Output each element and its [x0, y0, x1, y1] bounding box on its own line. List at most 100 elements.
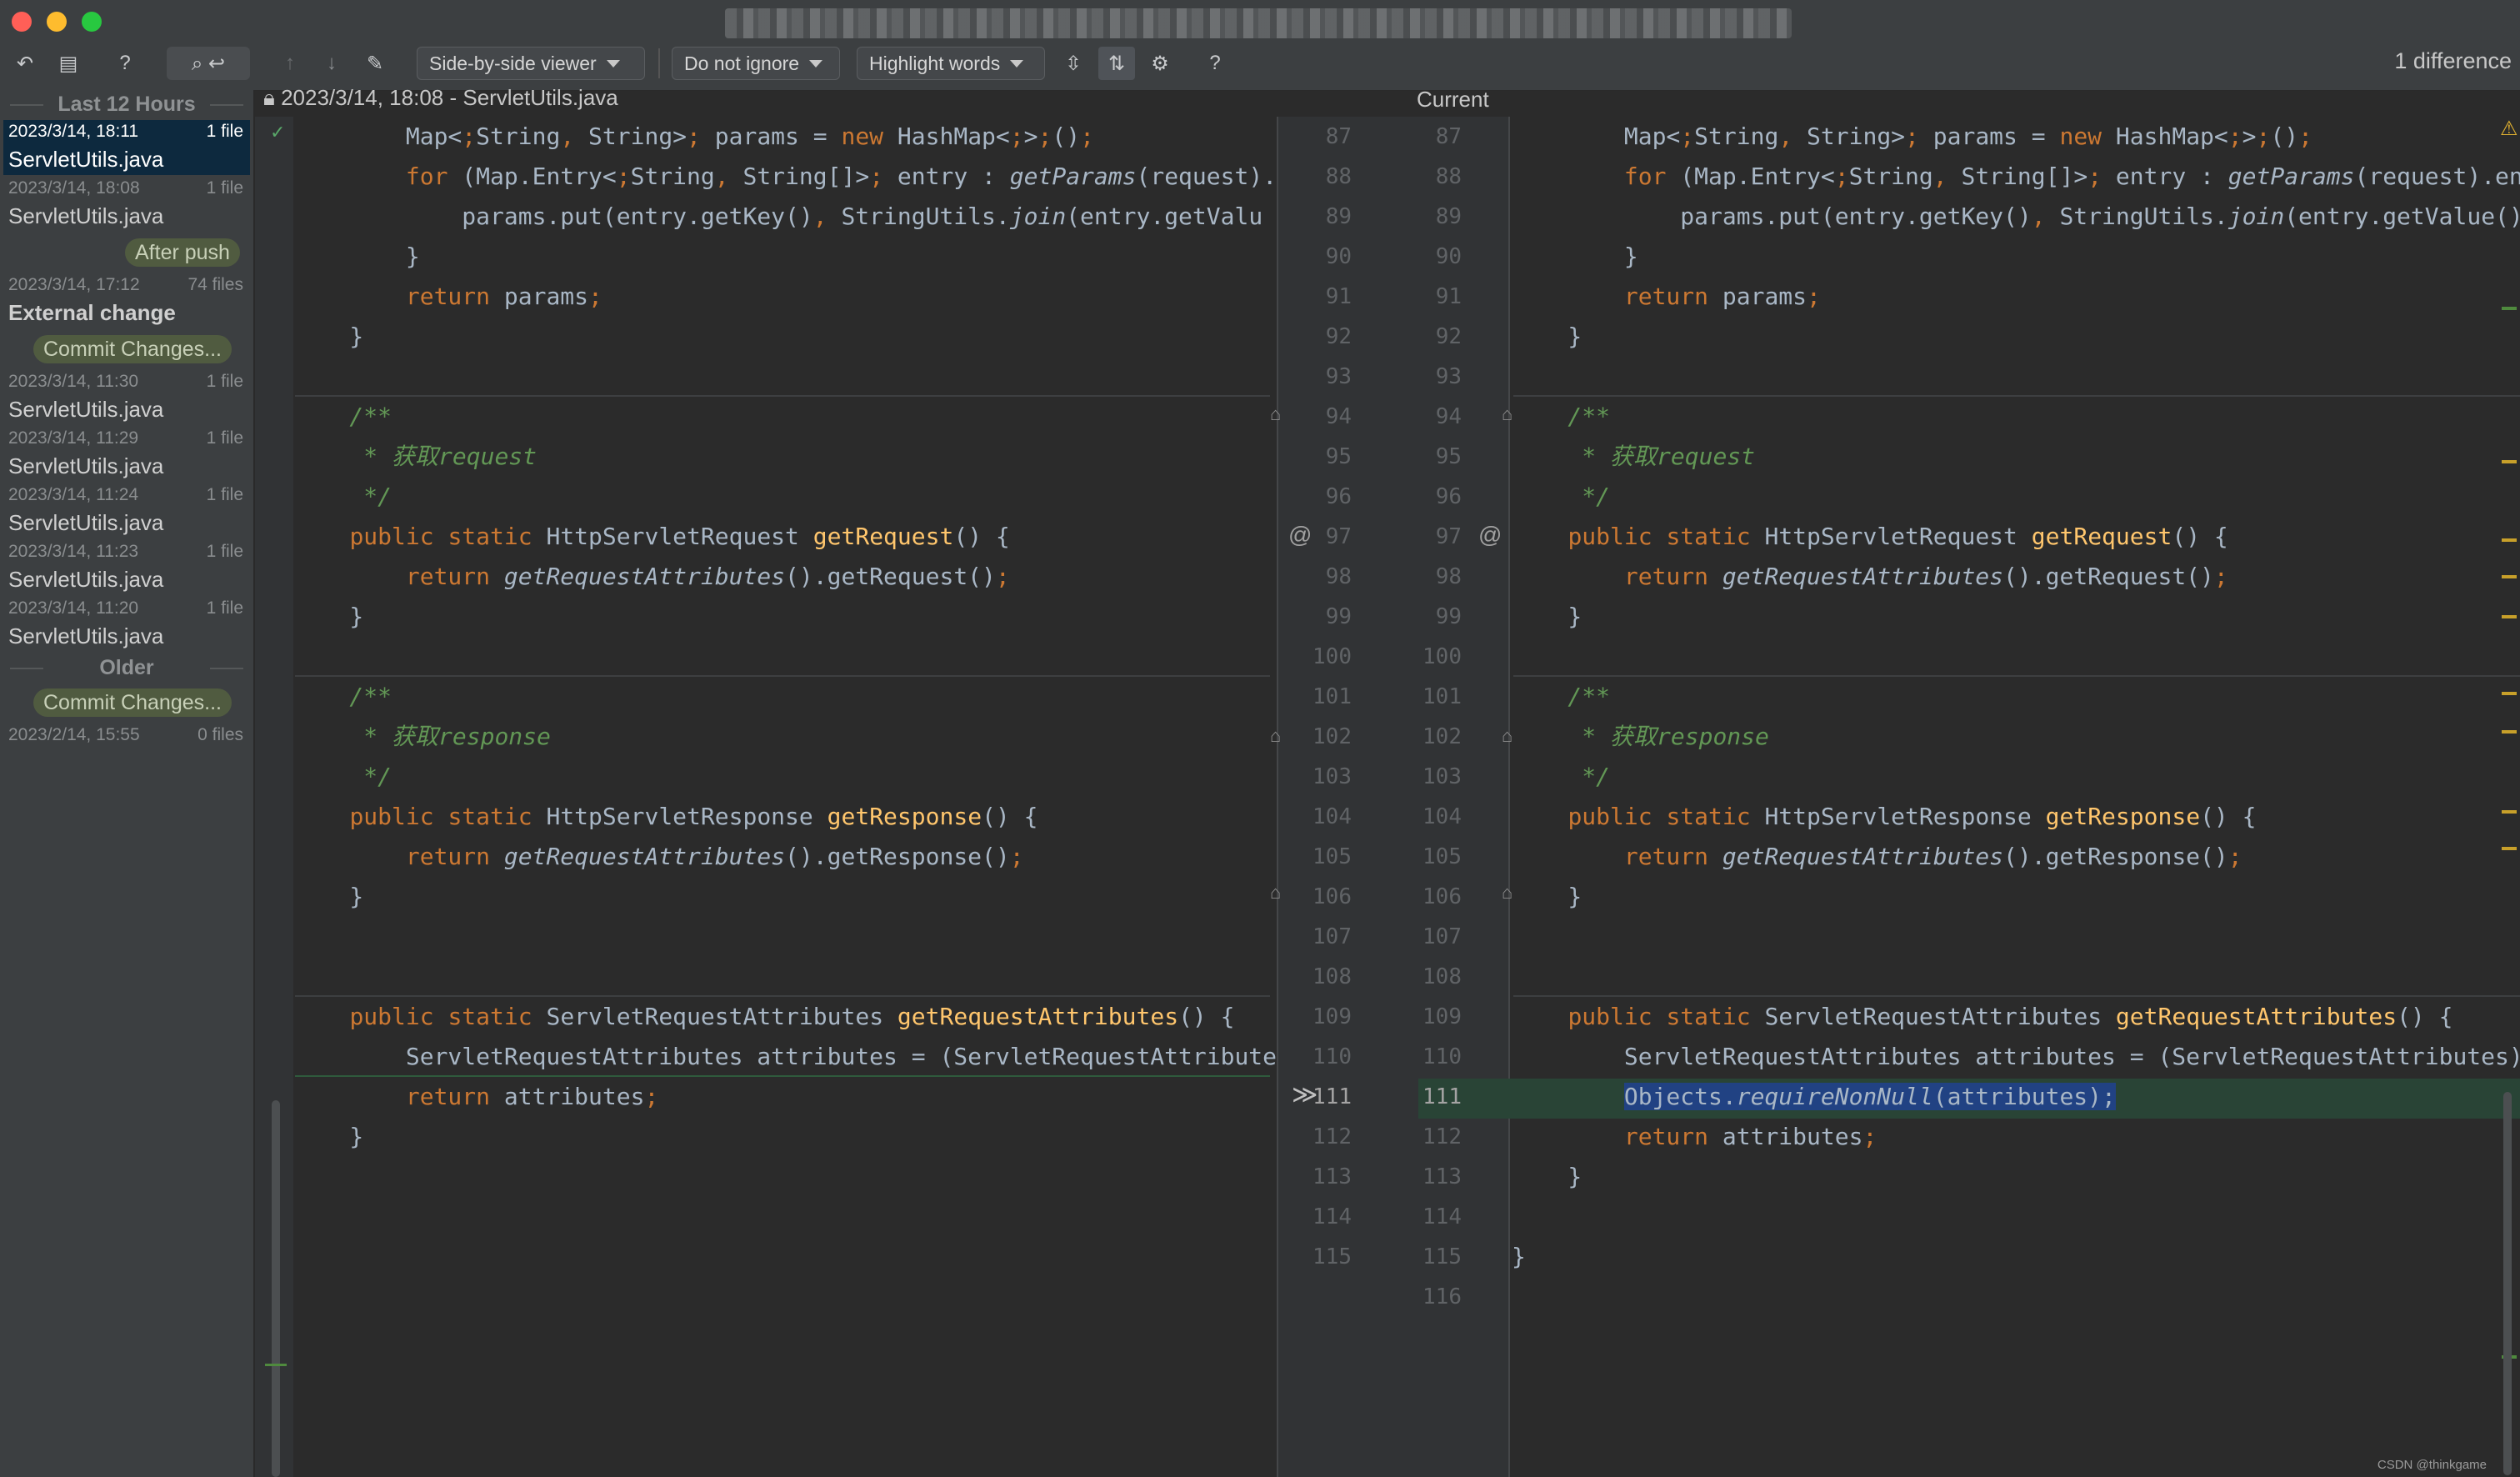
highlight-dropdown[interactable]: Highlight words	[857, 47, 1045, 80]
left-file-title: 2023/3/14, 18:08 - ServletUtils.java	[281, 85, 618, 110]
warning-icon[interactable]: ⚠	[2500, 117, 2518, 141]
right-scrollbar[interactable]	[2503, 1092, 2512, 1475]
change-marker[interactable]	[2502, 307, 2517, 310]
code-line: }	[1512, 1243, 1526, 1270]
history-count: 1 file	[206, 178, 243, 198]
line-number: 100	[1312, 644, 1352, 669]
warning-marker[interactable]	[2502, 460, 2517, 463]
history-item[interactable]: 2023/3/14, 11:24 1 file ServletUtils.jav…	[3, 483, 250, 538]
warning-marker[interactable]	[2502, 692, 2517, 695]
line-number: 109	[1312, 1004, 1352, 1029]
line-number: 95	[1435, 444, 1462, 469]
line-number: 114	[1422, 1204, 1462, 1229]
history-date: 2023/3/14, 17:12	[8, 275, 140, 294]
line-number: 88	[1435, 164, 1462, 189]
code-line: /**	[293, 683, 392, 710]
code-line: ServletRequestAttributes attributes = (S…	[293, 1043, 1277, 1070]
fold-icon[interactable]: ⌂	[1270, 725, 1282, 746]
sync-scroll-icon[interactable]: ⇅	[1098, 47, 1135, 80]
line-number: 91	[1325, 284, 1352, 309]
code-line: * 获取response	[1512, 723, 1769, 750]
zoom-window-button[interactable]	[82, 12, 102, 32]
code-line: */	[1512, 763, 1611, 790]
diff-window: ↶ ▤ ? ⌕ ↩ ↑ ↓ ✎ Side-by-side viewer Do n…	[0, 0, 2520, 1477]
gear-icon[interactable]: ⚙	[1145, 47, 1175, 80]
code-line: Map<;String, String>; params = new HashM…	[1512, 123, 2312, 150]
warning-marker[interactable]	[2502, 847, 2517, 850]
line-number: 97	[1435, 524, 1462, 549]
history-count: 1 file	[206, 372, 243, 391]
history-count: 1 file	[206, 485, 243, 504]
viewer-label: Side-by-side viewer	[429, 52, 597, 74]
line-number: 113	[1312, 1164, 1352, 1189]
warning-marker[interactable]	[2502, 810, 2517, 814]
commit-changes-label[interactable]: Commit Changes...	[33, 335, 232, 363]
line-number: 110	[1312, 1044, 1352, 1069]
help-icon[interactable]: ?	[108, 47, 142, 80]
watermark: CSDN @thinkgame	[2377, 1458, 2487, 1472]
line-number: 112	[1422, 1124, 1462, 1149]
line-number: 109	[1422, 1004, 1462, 1029]
history-item[interactable]: 2023/3/14, 18:11 1 file ServletUtils.jav…	[3, 120, 250, 175]
line-number: 98	[1435, 564, 1462, 589]
override-icon[interactable]: @	[1288, 522, 1312, 548]
history-item[interactable]: 2023/3/14, 11:20 1 file ServletUtils.jav…	[3, 597, 250, 652]
left-scrollbar[interactable]	[272, 1100, 280, 1477]
clipboard-icon[interactable]: ▤	[52, 47, 85, 80]
ignore-dropdown[interactable]: Do not ignore	[672, 47, 840, 80]
apply-change-icon[interactable]: ≫	[1292, 1080, 1318, 1109]
minimize-window-button[interactable]	[47, 12, 67, 32]
method-separator	[1513, 675, 2520, 677]
line-number: 100	[1422, 644, 1462, 669]
code-line: /**	[1512, 403, 1611, 430]
code-line: public static HttpServletRequest getRequ…	[349, 523, 1010, 550]
warning-marker[interactable]	[2502, 730, 2517, 733]
code-line: return getRequestAttributes().getRequest…	[405, 563, 1010, 590]
code-line: return getRequestAttributes().getRequest…	[1623, 563, 2228, 590]
help-icon[interactable]: ?	[1200, 47, 1230, 80]
history-item[interactable]: 2023/3/14, 11:29 1 file ServletUtils.jav…	[3, 427, 250, 482]
close-window-button[interactable]	[12, 12, 32, 32]
line-number: 105	[1312, 844, 1352, 869]
next-diff-icon[interactable]: ↓	[317, 47, 347, 80]
history-count: 1 file	[206, 598, 243, 618]
line-number: 90	[1435, 244, 1462, 269]
line-number: 89	[1435, 204, 1462, 229]
collapse-unchanged-icon[interactable]: ⇳	[1058, 47, 1088, 80]
history-name: ServletUtils.java	[8, 147, 164, 172]
left-editor[interactable]: Map<;String, String>; params = new HashM…	[293, 117, 1277, 1477]
warning-marker[interactable]	[2502, 615, 2517, 618]
prev-diff-icon[interactable]: ↑	[275, 47, 305, 80]
history-name: External change	[8, 300, 176, 325]
warning-marker[interactable]	[2502, 538, 2517, 542]
history-item[interactable]: 2023/2/14, 15:55 0 files	[3, 723, 250, 779]
code-line: /**	[293, 403, 392, 430]
search-icon[interactable]: ⌕ ↩	[167, 47, 250, 80]
history-item[interactable]: 2023/3/14, 11:30 1 file ServletUtils.jav…	[3, 370, 250, 425]
code-line: public static HttpServletRequest getRequ…	[1568, 523, 2228, 550]
line-number: 113	[1422, 1164, 1462, 1189]
commit-changes-label[interactable]: Commit Changes...	[33, 688, 232, 717]
history-item[interactable]: 2023/3/14, 11:23 1 file ServletUtils.jav…	[3, 540, 250, 595]
revert-icon[interactable]: ↶	[8, 47, 42, 80]
fold-icon[interactable]: ⌂	[1270, 403, 1282, 424]
override-icon[interactable]: @	[1478, 522, 1502, 548]
history-item[interactable]: 2023/3/14, 18:08 1 file ServletUtils.jav…	[3, 177, 250, 232]
warning-marker[interactable]	[2502, 575, 2517, 578]
history-sidebar: Last 12 Hours 2023/3/14, 18:11 1 file Se…	[0, 90, 255, 1477]
line-number: 110	[1422, 1044, 1462, 1069]
fold-icon[interactable]: ⌂	[1270, 882, 1282, 903]
toolbar-separator	[658, 48, 660, 78]
edit-icon[interactable]: ✎	[360, 47, 390, 80]
history-item[interactable]: 2023/3/14, 17:12 74 files External chang…	[3, 273, 250, 328]
code-line: * 获取request	[293, 443, 538, 470]
chevron-down-icon	[809, 59, 823, 68]
history-name: ServletUtils.java	[8, 203, 164, 228]
viewer-dropdown[interactable]: Side-by-side viewer	[417, 47, 645, 80]
code-line: }	[293, 323, 364, 350]
method-separator	[1513, 395, 2520, 397]
history-date: 2023/3/14, 11:24	[8, 485, 139, 504]
right-editor[interactable]: Map<;String, String>; params = new HashM…	[1512, 117, 2520, 1477]
group-header-older: Older	[0, 653, 253, 682]
history-count: 1 file	[206, 122, 243, 141]
